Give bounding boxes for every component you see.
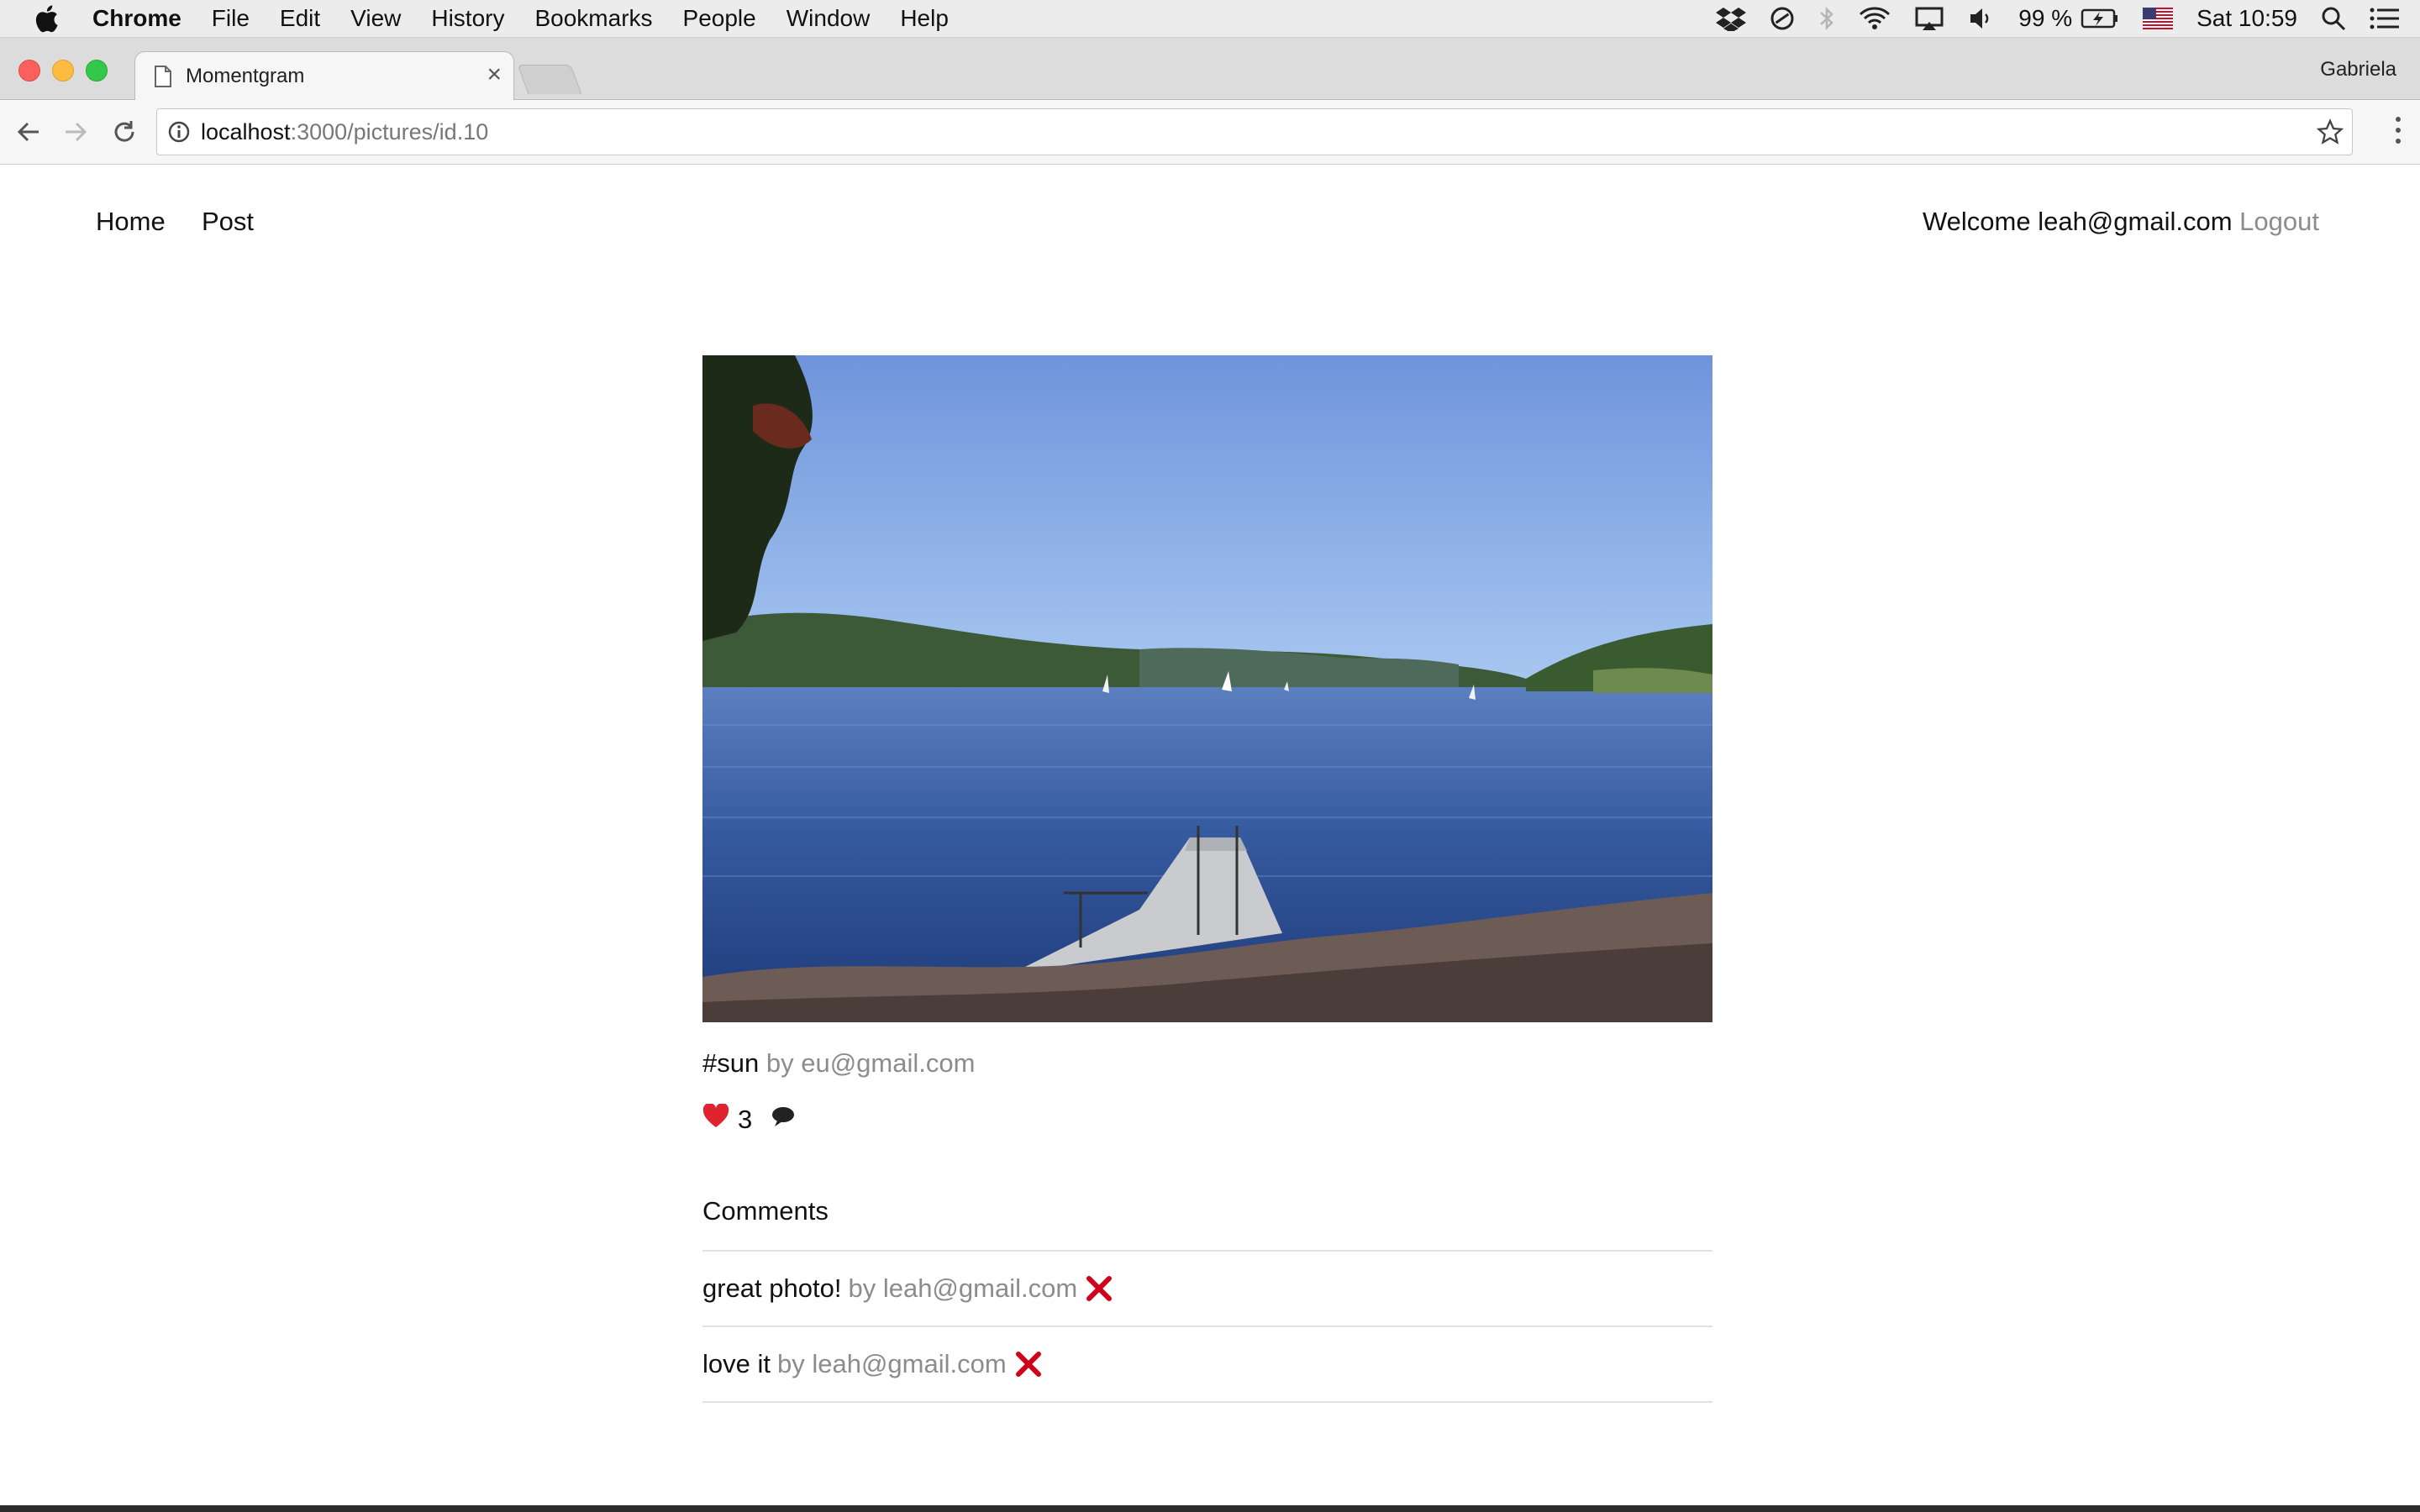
browser-tab[interactable]: Momentgram × bbox=[134, 51, 514, 101]
reload-icon bbox=[114, 121, 134, 142]
cross-icon bbox=[1086, 1276, 1113, 1301]
nav-home-link[interactable]: Home bbox=[96, 207, 166, 237]
comment-author: by leah@gmail.com bbox=[848, 1273, 1078, 1303]
welcome-text: Welcome leah@gmail.com bbox=[1922, 207, 2233, 236]
menu-view[interactable]: View bbox=[350, 5, 401, 32]
lake-photo bbox=[702, 355, 1712, 1022]
tab-title: Momentgram bbox=[186, 65, 305, 87]
user-greeting: Welcome leah@gmail.com Logout bbox=[1923, 207, 2319, 237]
comment-text: great photo! bbox=[702, 1273, 842, 1303]
comments-list: great photo! by leah@gmail.com love it b… bbox=[702, 1250, 1712, 1403]
url-host: localhost bbox=[201, 119, 291, 144]
heart-icon bbox=[702, 1103, 729, 1127]
comment-item: great photo! by leah@gmail.com bbox=[702, 1250, 1712, 1326]
menu-bookmarks[interactable]: Bookmarks bbox=[534, 5, 652, 32]
comment-author: by leah@gmail.com bbox=[776, 1349, 1007, 1378]
logout-link[interactable]: Logout bbox=[2239, 207, 2319, 236]
spotlight-search-icon[interactable] bbox=[2321, 6, 2346, 31]
menu-people[interactable]: People bbox=[683, 5, 756, 32]
macos-menu-bar: Chrome File Edit View History Bookmarks … bbox=[0, 0, 2420, 38]
apple-icon[interactable] bbox=[34, 4, 59, 33]
picture-image bbox=[702, 355, 1712, 1022]
profile-name[interactable]: Gabriela bbox=[2320, 58, 2396, 81]
comments-heading: Comments bbox=[702, 1196, 829, 1226]
do-not-disturb-icon[interactable] bbox=[1770, 6, 1795, 31]
speech-bubble-icon bbox=[772, 1107, 795, 1126]
url-text[interactable]: localhost:3000/pictures/id.10 bbox=[201, 119, 488, 145]
window-bottom-edge bbox=[0, 1505, 2420, 1512]
menu-file[interactable]: File bbox=[212, 5, 250, 32]
address-bar[interactable]: localhost:3000/pictures/id.10 bbox=[156, 108, 2353, 155]
notification-center-icon[interactable] bbox=[2370, 7, 2400, 30]
window-zoom-button[interactable] bbox=[86, 60, 108, 81]
comment-text: love it bbox=[702, 1349, 771, 1378]
back-arrow-icon bbox=[17, 122, 39, 142]
page-icon bbox=[155, 66, 171, 87]
battery-charging-icon[interactable] bbox=[2081, 8, 2119, 29]
picture-author: by eu@gmail.com bbox=[765, 1048, 976, 1078]
browser-tab-strip: Momentgram × Gabriela bbox=[0, 38, 2420, 101]
web-page: Home Post Welcome leah@gmail.com Logout bbox=[0, 165, 2420, 1505]
site-info-icon[interactable] bbox=[167, 120, 191, 144]
screen: Chrome File Edit View History Bookmarks … bbox=[0, 0, 2420, 1512]
battery-percentage: 99 % bbox=[2018, 5, 2073, 31]
reload-button[interactable] bbox=[108, 115, 141, 149]
menu-edit[interactable]: Edit bbox=[280, 5, 320, 32]
comment-item: love it by leah@gmail.com bbox=[702, 1326, 1712, 1403]
picture-stats: 3 bbox=[702, 1103, 796, 1136]
like-count: 3 bbox=[738, 1105, 753, 1134]
nav-post-link[interactable]: Post bbox=[202, 207, 254, 237]
menu-help[interactable]: Help bbox=[900, 5, 949, 32]
window-minimize-button[interactable] bbox=[52, 60, 74, 81]
menu-window[interactable]: Window bbox=[786, 5, 871, 32]
url-path: :3000/pictures/id.10 bbox=[290, 119, 489, 144]
new-tab-button[interactable] bbox=[517, 65, 582, 94]
picture-caption: #sun by eu@gmail.com bbox=[702, 1048, 975, 1079]
browser-menu-icon[interactable] bbox=[2393, 115, 2403, 145]
delete-comment-button[interactable] bbox=[1086, 1275, 1113, 1302]
forward-button[interactable] bbox=[59, 115, 92, 149]
picture-hashtag[interactable]: #sun bbox=[702, 1048, 759, 1078]
clock[interactable]: Sat 10:59 bbox=[2196, 5, 2297, 32]
dropbox-icon[interactable] bbox=[1716, 6, 1747, 31]
tab-close-icon[interactable]: × bbox=[487, 62, 502, 87]
bluetooth-icon[interactable] bbox=[1818, 6, 1835, 31]
us-flag-icon[interactable] bbox=[2143, 8, 2174, 29]
forward-arrow-icon bbox=[66, 122, 87, 142]
browser-toolbar: localhost:3000/pictures/id.10 bbox=[0, 100, 2420, 165]
airplay-icon[interactable] bbox=[1914, 6, 1944, 31]
menu-history[interactable]: History bbox=[431, 5, 504, 32]
menu-chrome[interactable]: Chrome bbox=[92, 5, 182, 32]
window-close-button[interactable] bbox=[18, 60, 40, 81]
like-heart-button[interactable] bbox=[702, 1103, 729, 1136]
back-button[interactable] bbox=[12, 115, 45, 149]
bookmark-star-icon[interactable] bbox=[2317, 118, 2344, 145]
volume-icon[interactable] bbox=[1968, 6, 1995, 31]
comment-bubble-button[interactable] bbox=[771, 1105, 796, 1135]
wifi-icon[interactable] bbox=[1859, 6, 1891, 31]
delete-comment-button[interactable] bbox=[1015, 1351, 1042, 1378]
status-menus: 99 % Sat 10:59 bbox=[1692, 0, 2400, 37]
cross-icon bbox=[1015, 1352, 1041, 1377]
